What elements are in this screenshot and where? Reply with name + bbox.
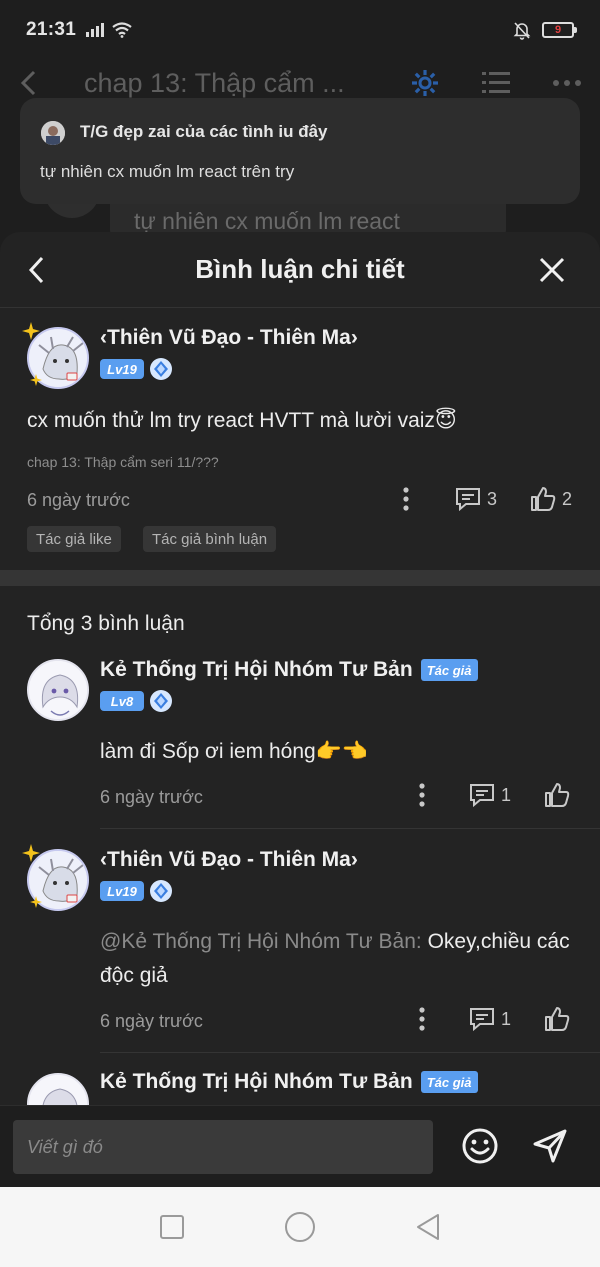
reply-like-button[interactable] bbox=[544, 782, 570, 808]
settings-gear-icon bbox=[412, 70, 438, 96]
thumbs-up-icon bbox=[531, 487, 556, 511]
author-tag-badge: Tác giả bbox=[420, 659, 478, 682]
recent-apps-icon[interactable] bbox=[159, 1214, 185, 1240]
reply-avatar[interactable] bbox=[24, 656, 92, 724]
send-button[interactable] bbox=[528, 1124, 572, 1168]
emoji-icon bbox=[462, 1128, 498, 1164]
star-decoration-icon bbox=[30, 374, 42, 386]
tag-author-liked: Tác giả like bbox=[27, 526, 121, 552]
reply-reply-count: 1 bbox=[501, 1008, 512, 1029]
main-comment-reply-button[interactable]: 3 bbox=[455, 487, 497, 511]
reply-time: 6 ngày trước bbox=[100, 1011, 203, 1031]
level-badge: Lv19 bbox=[100, 359, 144, 379]
reply-avatar[interactable] bbox=[22, 844, 92, 914]
more-vertical-icon bbox=[419, 783, 425, 807]
emoji-button[interactable] bbox=[458, 1124, 502, 1168]
background-comment-text: tự nhiên cx muốn lm react bbox=[134, 208, 400, 234]
reply-text: @Kẻ Thống Trị Hội Nhóm Tư Bản: Okey,chiề… bbox=[100, 925, 580, 993]
signal-icon bbox=[86, 23, 105, 37]
main-comment-like-button[interactable]: 2 bbox=[530, 486, 572, 512]
main-comment-badges: Lv19 bbox=[100, 358, 172, 380]
reply-time: 6 ngày trước bbox=[100, 787, 203, 807]
main-comment-reply-count: 3 bbox=[487, 488, 498, 509]
reply-badges: Lv8 bbox=[100, 690, 172, 712]
section-divider bbox=[0, 570, 600, 586]
main-comment-time: 6 ngày trước bbox=[27, 490, 130, 510]
background-title: chap 13: Thập cẩm ... bbox=[84, 67, 345, 98]
reply-author-row: Kẻ Thống Trị Hội Nhóm Tư Bản Tác giả bbox=[100, 658, 478, 682]
more-horizontal-icon bbox=[553, 80, 581, 86]
more-vertical-icon bbox=[403, 487, 409, 511]
send-icon bbox=[533, 1129, 567, 1163]
reply-divider bbox=[100, 1052, 600, 1053]
level-badge: Lv19 bbox=[100, 881, 144, 901]
diamond-badge-icon bbox=[150, 358, 172, 380]
home-icon[interactable] bbox=[284, 1211, 316, 1243]
comment-detail-sheet: Bình luận chi tiết ‹Thiên Vũ Đạo - Thiên… bbox=[0, 232, 600, 1187]
main-comment-like-count: 2 bbox=[562, 488, 573, 509]
reply-author[interactable]: Kẻ Thống Trị Hội Nhóm Tư Bản bbox=[100, 658, 413, 681]
main-comment-avatar[interactable] bbox=[22, 322, 92, 392]
comment-input-bar bbox=[0, 1105, 600, 1187]
star-decoration-icon bbox=[22, 844, 40, 862]
reply-reply-button[interactable]: 1 bbox=[469, 783, 511, 807]
status-bar: 21:31 9 bbox=[0, 0, 600, 60]
notification-avatar bbox=[41, 121, 65, 145]
reply-author[interactable]: Kẻ Thống Trị Hội Nhóm Tư Bản bbox=[100, 1070, 413, 1093]
replies-count-header: Tổng 3 bình luận bbox=[27, 612, 185, 635]
reply-author[interactable]: ‹Thiên Vũ Đạo - Thiên Ma› bbox=[100, 848, 358, 872]
comment-input[interactable] bbox=[13, 1120, 433, 1174]
close-button[interactable] bbox=[534, 252, 570, 288]
reply-reply-count: 1 bbox=[501, 784, 512, 805]
comment-icon bbox=[470, 784, 494, 807]
author-tag-badge: Tác giả bbox=[420, 1071, 478, 1094]
sheet-header: Bình luận chi tiết bbox=[0, 232, 600, 308]
notification-title: T/G đẹp zai của các tình iu đây bbox=[80, 122, 328, 141]
thumbs-up-icon bbox=[545, 783, 570, 807]
star-decoration-icon bbox=[22, 322, 40, 340]
status-time: 21:31 bbox=[26, 19, 77, 40]
sheet-title: Bình luận chi tiết bbox=[195, 254, 405, 284]
battery-level: 9 bbox=[554, 24, 562, 36]
more-vertical-icon bbox=[419, 1007, 425, 1031]
system-navigation-bar bbox=[0, 1187, 600, 1267]
notification-body: tự nhiên cx muốn lm react trên try bbox=[40, 162, 295, 181]
list-icon bbox=[482, 72, 510, 93]
reply-like-button[interactable] bbox=[544, 1006, 570, 1032]
close-icon bbox=[539, 257, 565, 283]
reply-divider bbox=[100, 828, 600, 829]
main-comment-chapter[interactable]: chap 13: Thập cẩm seri 11/??? bbox=[27, 454, 219, 470]
tag-author-commented: Tác giả bình luận bbox=[143, 526, 277, 552]
main-comment-more-button[interactable] bbox=[402, 486, 410, 512]
level-badge: Lv8 bbox=[100, 691, 144, 711]
comment-icon bbox=[456, 488, 480, 511]
reply-mention[interactable]: @Kẻ Thống Trị Hội Nhóm Tư Bản: bbox=[100, 930, 422, 953]
back-triangle-icon[interactable] bbox=[415, 1212, 441, 1242]
wifi-icon bbox=[112, 22, 132, 38]
battery-icon: 9 bbox=[542, 22, 577, 38]
star-decoration-icon bbox=[30, 896, 42, 908]
diamond-badge-icon bbox=[150, 690, 172, 712]
main-comment-text: cx muốn thử lm try react HVTT mà lười va… bbox=[27, 409, 457, 432]
reply-more-button[interactable] bbox=[418, 1006, 426, 1032]
back-arrow-icon bbox=[20, 70, 36, 96]
diamond-badge-icon bbox=[150, 880, 172, 902]
notification-toast[interactable]: T/G đẹp zai của các tình iu đây tự nhiên… bbox=[20, 98, 580, 204]
reply-text: làm đi Sốp ơi iem hóng👉👈 bbox=[100, 740, 369, 763]
reply-author-row: Kẻ Thống Trị Hội Nhóm Tư Bản Tác giả bbox=[100, 1070, 478, 1094]
thumbs-up-icon bbox=[545, 1007, 570, 1031]
comment-icon bbox=[470, 1008, 494, 1031]
reply-more-button[interactable] bbox=[418, 782, 426, 808]
main-comment-author[interactable]: ‹Thiên Vũ Đạo - Thiên Ma› bbox=[100, 326, 358, 350]
mute-bell-icon bbox=[513, 22, 531, 40]
reply-reply-button[interactable]: 1 bbox=[469, 1007, 511, 1031]
reply-badges: Lv19 bbox=[100, 880, 172, 902]
